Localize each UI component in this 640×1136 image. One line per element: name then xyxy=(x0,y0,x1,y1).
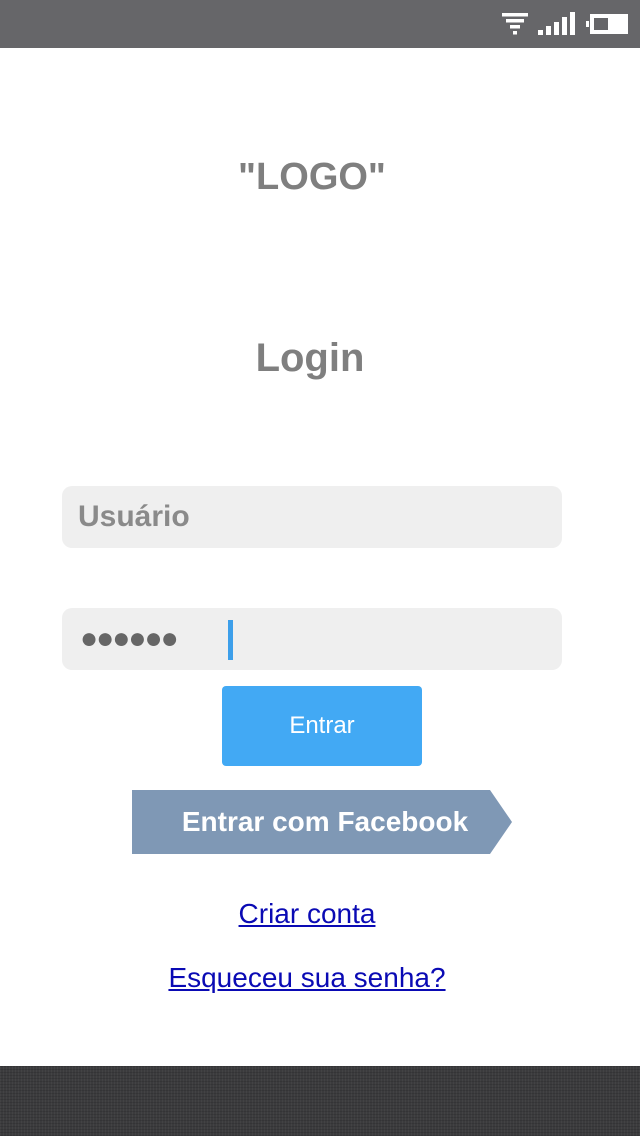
username-field[interactable] xyxy=(62,486,562,548)
text-caret xyxy=(228,620,233,660)
create-account-link[interactable]: Criar conta xyxy=(0,898,614,930)
password-field[interactable]: ●●●●●● xyxy=(62,608,562,670)
status-bar xyxy=(0,0,640,48)
logo-placeholder: "LOGO" xyxy=(238,156,386,198)
facebook-login-button[interactable]: Entrar com Facebook xyxy=(132,790,512,854)
enter-button-label: Entrar xyxy=(289,712,355,739)
signal-icon xyxy=(538,12,576,36)
username-input[interactable] xyxy=(62,486,562,548)
enter-button[interactable]: Entrar xyxy=(222,686,422,766)
page-title: Login xyxy=(255,336,365,380)
forgot-password-link[interactable]: Esqueceu sua senha? xyxy=(0,962,614,994)
battery-icon xyxy=(586,12,630,36)
password-masked-value: ●●●●●● xyxy=(80,622,179,655)
status-icons xyxy=(502,10,630,38)
bottom-bezel xyxy=(0,1066,640,1136)
facebook-button-label: Entrar com Facebook xyxy=(181,806,469,837)
wifi-icon xyxy=(502,12,528,36)
login-screen: "LOGO" Login ●●●●●● Entrar Entrar com Fa… xyxy=(0,48,640,1066)
